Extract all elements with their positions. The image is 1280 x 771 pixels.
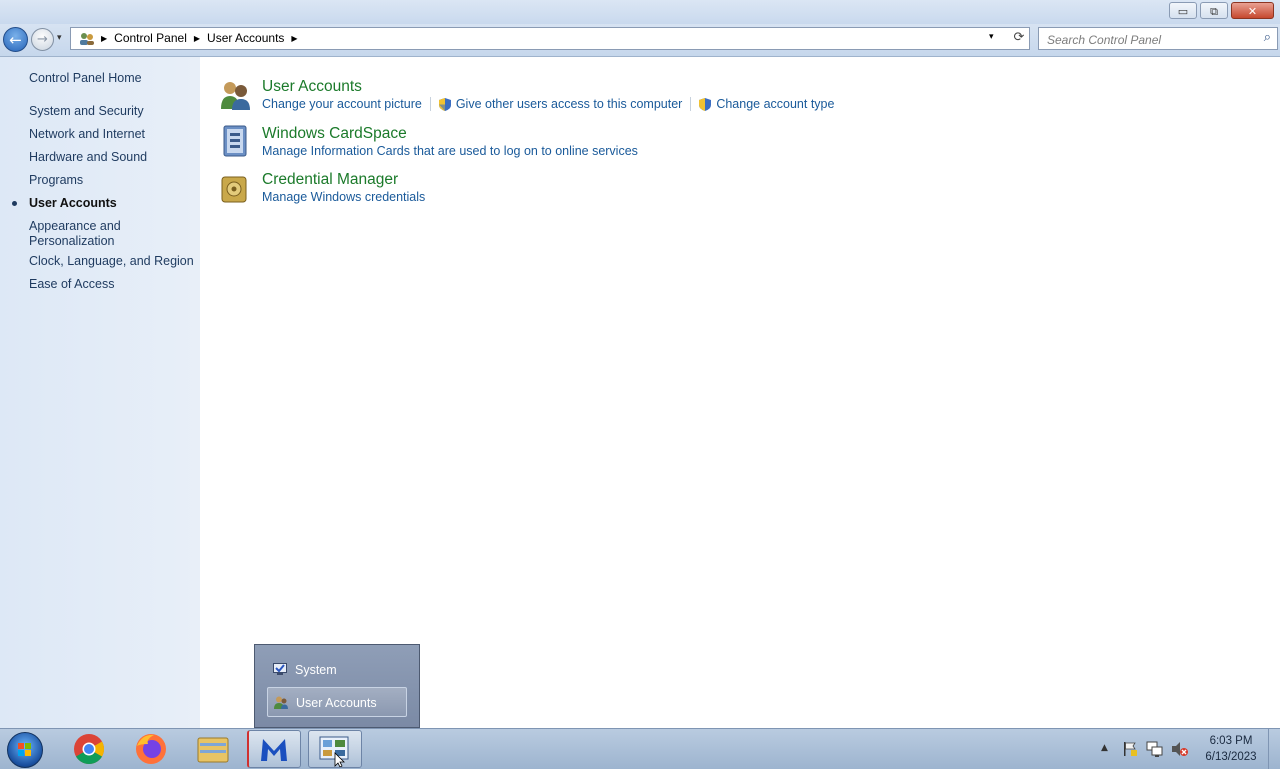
taskbar-jumplist-popup: System User Accounts	[254, 644, 420, 728]
uac-shield-icon	[699, 97, 712, 111]
action-center-flag-icon[interactable]	[1122, 741, 1138, 760]
clock-time: 6:03 PM	[1209, 735, 1253, 747]
sidebar-item-control-panel-home[interactable]: Control Panel Home	[29, 71, 142, 86]
recent-pages-dropdown[interactable]: ▾	[57, 33, 62, 43]
show-desktop-button[interactable]	[1268, 729, 1280, 769]
sidebar-item-clock-language-region[interactable]: Clock, Language, and Region	[29, 254, 194, 269]
active-bullet	[12, 201, 17, 206]
volume-muted-icon[interactable]	[1171, 741, 1189, 760]
clock-date: 6/13/2023	[1205, 751, 1257, 763]
category-title-credential-manager[interactable]: Credential Manager	[262, 171, 398, 189]
back-button[interactable]: ←	[3, 27, 28, 52]
folder-icon	[197, 737, 229, 763]
sidebar-item-hardware-and-sound[interactable]: Hardware and Sound	[29, 150, 147, 165]
give-users-access-link[interactable]: Give other users access to this computer	[456, 97, 682, 111]
malwarebytes-icon	[261, 739, 287, 761]
category-title-user-accounts[interactable]: User Accounts	[262, 78, 362, 96]
taskbar: ▲ 6:03 PM 6/13/2023	[0, 728, 1280, 769]
sidebar-item-network-and-internet[interactable]: Network and Internet	[29, 127, 145, 142]
sidebar-item-ease-of-access[interactable]: Ease of Access	[29, 277, 114, 292]
start-button[interactable]	[7, 732, 43, 768]
breadcrumb: ▶ Control Panel ▶ User Accounts ▶	[97, 31, 305, 45]
system-icon	[273, 663, 287, 675]
jumplist-item-system[interactable]: System	[267, 655, 407, 685]
window-titlebar: ▭ ⧉ ✕	[0, 0, 1280, 24]
close-button[interactable]: ✕	[1231, 2, 1274, 19]
user-accounts-icon[interactable]	[219, 79, 250, 110]
sidebar-item-system-and-security[interactable]: System and Security	[29, 104, 144, 119]
address-bar[interactable]: ▶ Control Panel ▶ User Accounts ▶ ▾	[70, 27, 1030, 50]
control-panel-icon	[79, 32, 94, 45]
manage-information-cards-link[interactable]: Manage Information Cards that are used t…	[262, 144, 638, 158]
change-account-type-link[interactable]: Change account type	[716, 97, 834, 111]
chrome-icon	[74, 734, 105, 765]
taskbar-app-firefox[interactable]	[124, 730, 178, 768]
window-buttons: ▭ ⧉ ✕	[1169, 2, 1274, 19]
windows-logo-icon	[18, 743, 31, 756]
system-clock[interactable]: 6:03 PM 6/13/2023	[1196, 733, 1266, 765]
restore-button[interactable]: ⧉	[1200, 2, 1228, 19]
jumplist-item-user-accounts[interactable]: User Accounts	[267, 687, 407, 717]
sidebar: Control Panel Home System and Security N…	[0, 57, 200, 728]
sidebar-item-user-accounts[interactable]: User Accounts	[29, 196, 117, 211]
credential-manager-icon[interactable]	[220, 174, 250, 204]
user-accounts-links: Change your account picture Give other u…	[262, 97, 834, 111]
search-box[interactable]: ⌕	[1038, 27, 1278, 50]
credential-manager-links: Manage Windows credentials	[262, 190, 425, 204]
jumplist-label: System	[295, 663, 337, 677]
search-input[interactable]	[1045, 29, 1259, 50]
firefox-icon	[136, 734, 166, 764]
breadcrumb-control-panel[interactable]: Control Panel	[114, 31, 187, 45]
breadcrumb-arrow[interactable]: ▶	[291, 34, 297, 43]
minimize-button[interactable]: ▭	[1169, 2, 1197, 19]
sidebar-item-programs[interactable]: Programs	[29, 173, 83, 188]
category-title-windows-cardspace[interactable]: Windows CardSpace	[262, 125, 407, 143]
refresh-button[interactable]: ⟳	[1008, 30, 1030, 48]
show-hidden-icons-button[interactable]: ▲	[1101, 743, 1108, 753]
control-panel-icon	[319, 736, 349, 768]
forward-button[interactable]: →	[31, 28, 54, 51]
sidebar-item-appearance-and-personalization[interactable]: Appearance and Personalization	[29, 219, 139, 249]
manage-windows-credentials-link[interactable]: Manage Windows credentials	[262, 190, 425, 204]
taskbar-app-file-explorer[interactable]	[186, 730, 240, 768]
windows-cardspace-links: Manage Information Cards that are used t…	[262, 144, 638, 158]
breadcrumb-user-accounts[interactable]: User Accounts	[207, 31, 284, 45]
windows-cardspace-icon[interactable]	[220, 125, 250, 157]
link-divider	[690, 97, 692, 111]
taskbar-app-malwarebytes[interactable]	[247, 730, 301, 768]
breadcrumb-arrow[interactable]: ▶	[101, 34, 107, 43]
taskbar-app-control-panel[interactable]	[308, 730, 362, 768]
jumplist-label: User Accounts	[296, 696, 377, 710]
network-icon[interactable]	[1146, 741, 1164, 760]
link-divider	[429, 97, 431, 111]
taskbar-app-chrome[interactable]	[62, 730, 116, 768]
change-account-picture-link[interactable]: Change your account picture	[262, 97, 422, 111]
breadcrumb-arrow[interactable]: ▶	[194, 34, 200, 43]
user-accounts-icon	[274, 696, 288, 709]
address-dropdown-icon[interactable]: ▾	[989, 32, 994, 42]
main-content: User Accounts Change your account pictur…	[200, 57, 1280, 728]
uac-shield-icon	[438, 97, 451, 111]
search-icon[interactable]: ⌕	[1264, 30, 1271, 45]
